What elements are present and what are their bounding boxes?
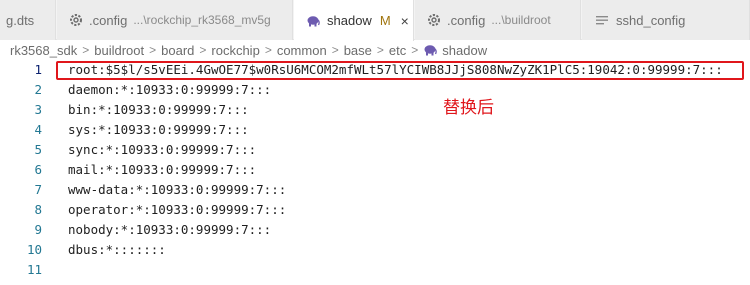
tab-sshd-config[interactable]: sshd_config	[582, 0, 750, 40]
gear-icon	[427, 13, 441, 27]
line-number: 3	[34, 102, 42, 117]
code-line[interactable]: 3 bin:*:10933:0:99999:7:::	[0, 100, 750, 120]
annotation-label: 替换后	[443, 98, 494, 118]
line-number: 4	[34, 122, 42, 137]
modified-indicator: M	[379, 13, 391, 28]
code-line[interactable]: 4 sys:*:10933:0:99999:7:::	[0, 120, 750, 140]
tab-description: ...\buildroot	[491, 13, 551, 27]
editor-window: g.dts .config ...\rockchip_rk3568_mv5g s…	[0, 0, 750, 285]
line-text[interactable]: dbus:*:::::::	[68, 240, 166, 260]
line-number: 9	[34, 222, 42, 237]
chevron-right-icon: >	[376, 43, 384, 57]
line-number: 10	[26, 242, 42, 257]
line-number: 1	[34, 62, 42, 77]
breadcrumb-item[interactable]: rockchip	[211, 43, 259, 58]
tab-description: ...\rockchip_rk3568_mv5g	[133, 13, 271, 27]
line-number: 11	[26, 262, 42, 277]
line-text[interactable]: sync:*:10933:0:99999:7:::	[68, 140, 256, 160]
chevron-right-icon: >	[82, 43, 90, 57]
chevron-right-icon: >	[149, 43, 157, 57]
tab-config-rk3568[interactable]: .config ...\rockchip_rk3568_mv5g	[57, 0, 293, 40]
tab-label: sshd_config	[616, 12, 686, 28]
close-icon[interactable]: ×	[401, 13, 409, 29]
elephant-icon	[306, 15, 320, 27]
breadcrumb-item[interactable]: board	[161, 43, 194, 58]
line-text[interactable]: www-data:*:10933:0:99999:7:::	[68, 180, 286, 200]
lines-icon	[596, 14, 608, 26]
code-line[interactable]: 8 operator:*:10933:0:99999:7:::	[0, 200, 750, 220]
line-text[interactable]: sys:*:10933:0:99999:7:::	[68, 120, 249, 140]
code-line[interactable]: 7 www-data:*:10933:0:99999:7:::	[0, 180, 750, 200]
code-line[interactable]: 10 dbus:*:::::::	[0, 240, 750, 260]
line-number: 6	[34, 162, 42, 177]
tab-label: shadow	[327, 13, 372, 28]
tab-label: .config	[447, 12, 486, 28]
code-line[interactable]: 6 mail:*:10933:0:99999:7:::	[0, 160, 750, 180]
line-text[interactable]: operator:*:10933:0:99999:7:::	[68, 200, 286, 220]
gear-icon	[69, 13, 83, 27]
chevron-right-icon: >	[411, 43, 419, 57]
line-text[interactable]: nobody:*:10933:0:99999:7:::	[68, 220, 271, 240]
breadcrumb-item[interactable]: shadow	[442, 43, 487, 58]
code-line[interactable]: 2 daemon:*:10933:0:99999:7:::	[0, 80, 750, 100]
chevron-right-icon: >	[331, 43, 339, 57]
line-number: 7	[34, 182, 42, 197]
breadcrumb-item[interactable]: buildroot	[94, 43, 144, 58]
highlight-box	[56, 61, 744, 80]
tab-label: g.dts	[6, 12, 35, 28]
code-line[interactable]: 9 nobody:*:10933:0:99999:7:::	[0, 220, 750, 240]
tab-dts[interactable]: g.dts	[0, 0, 56, 40]
breadcrumb-item[interactable]: etc	[389, 43, 406, 58]
chevron-right-icon: >	[264, 43, 272, 57]
line-number: 8	[34, 202, 42, 217]
chevron-right-icon: >	[199, 43, 207, 57]
breadcrumb-item[interactable]: common	[277, 43, 327, 58]
line-number: 5	[34, 142, 42, 157]
line-number: 2	[34, 82, 42, 97]
code-line[interactable]: 11	[0, 260, 750, 280]
tab-label: .config	[89, 12, 128, 28]
breadcrumb-item[interactable]: rk3568_sdk	[10, 43, 77, 58]
code-line[interactable]: 5 sync:*:10933:0:99999:7:::	[0, 140, 750, 160]
tab-config-buildroot[interactable]: .config ...\buildroot	[415, 0, 581, 40]
breadcrumb-item[interactable]: base	[344, 43, 372, 58]
line-text[interactable]: daemon:*:10933:0:99999:7:::	[68, 80, 271, 100]
line-text[interactable]: mail:*:10933:0:99999:7:::	[68, 160, 256, 180]
line-text[interactable]: bin:*:10933:0:99999:7:::	[68, 100, 249, 120]
breadcrumb: rk3568_sdk > buildroot > board > rockchi…	[0, 40, 750, 60]
tab-bar: g.dts .config ...\rockchip_rk3568_mv5g s…	[0, 0, 750, 41]
code-editor[interactable]: 1 root:$5$l/s5vEEi.4GwOE77$w0RsU6MCOM2mf…	[0, 60, 750, 285]
tab-shadow[interactable]: shadow M ×	[294, 0, 414, 41]
elephant-icon	[423, 44, 438, 56]
